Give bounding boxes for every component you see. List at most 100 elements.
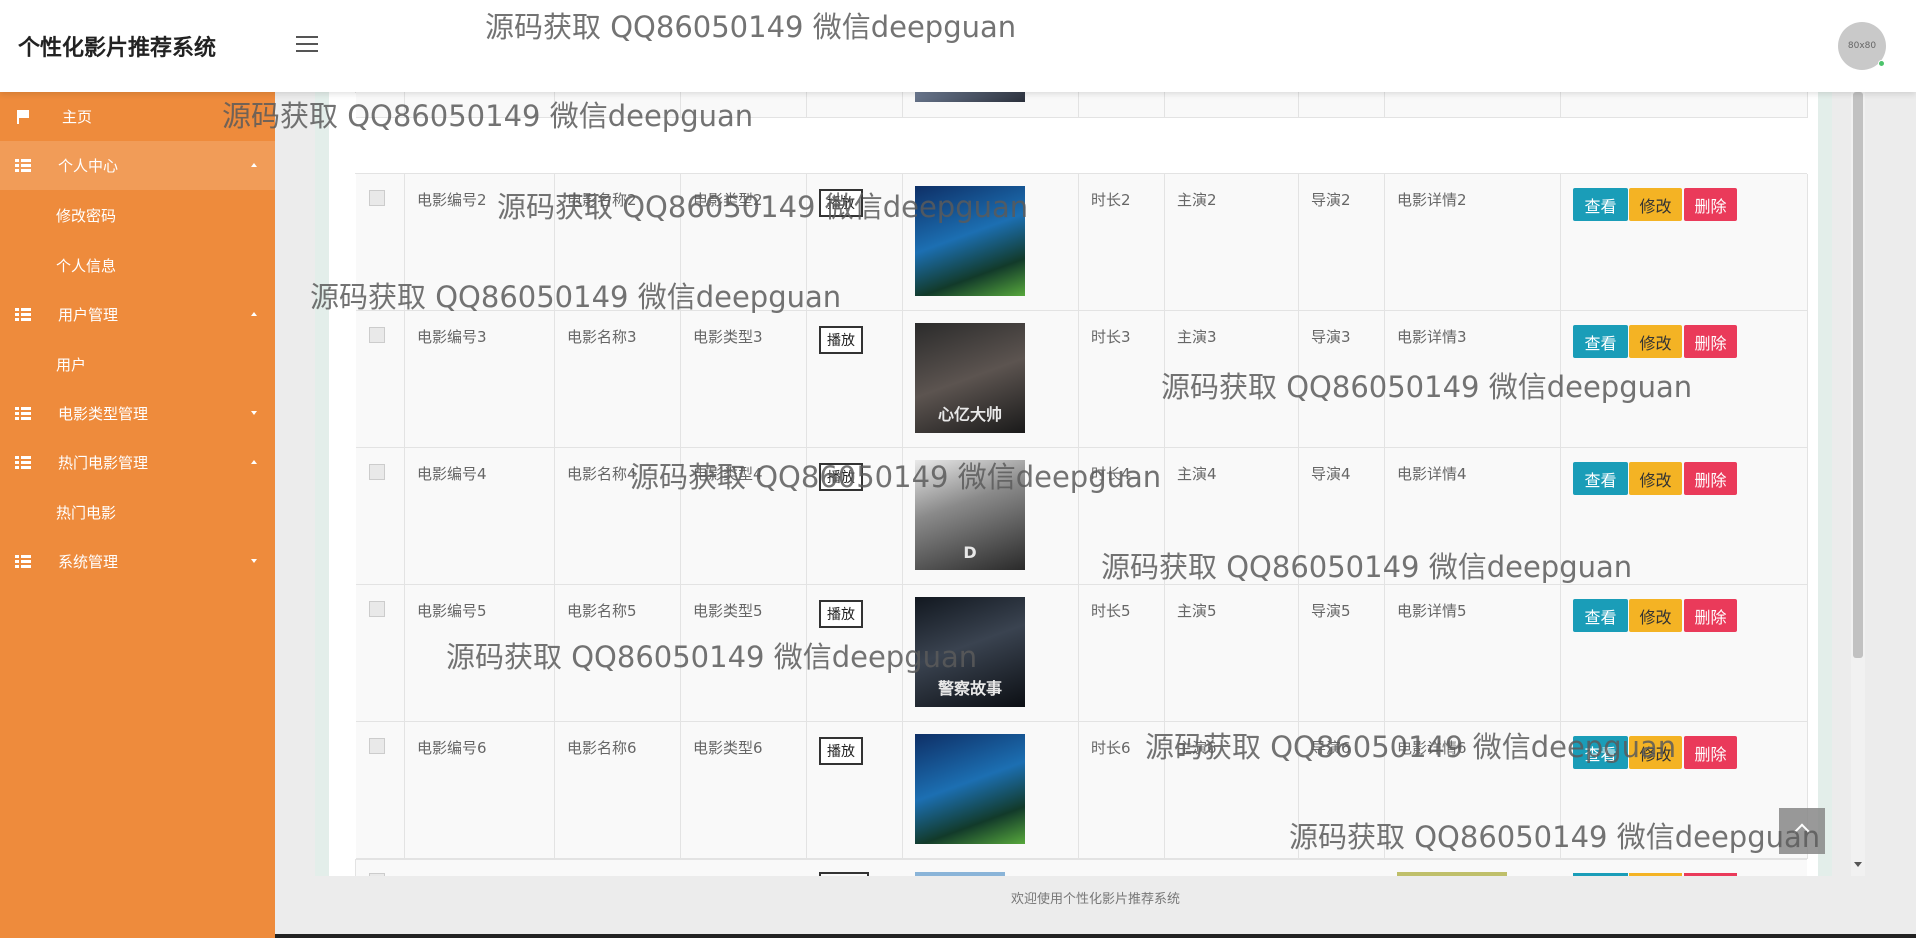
movie-name: 电影名称5 — [567, 602, 637, 620]
app-title: 个性化影片推荐系统 — [18, 36, 217, 61]
play-button[interactable]: 播放 — [819, 326, 863, 354]
table-cell: 导演5 — [1299, 585, 1385, 722]
menu-toggle-icon[interactable] — [296, 36, 318, 54]
sidebar-item-hot-movies[interactable]: 热门电影 — [0, 487, 275, 537]
row-checkbox[interactable] — [369, 601, 385, 617]
table-cell: 电影详情5 — [1385, 585, 1561, 722]
movie-star: 主演5 — [1177, 602, 1217, 620]
sidebar-item-label: 主页 — [62, 108, 93, 126]
movie-star: 主演2 — [1177, 191, 1217, 209]
movie-star: 主演6 — [1177, 739, 1217, 757]
movie-id: 电影编号3 — [417, 328, 487, 346]
sidebar-item-user-management[interactable]: 用户管理 — [0, 290, 275, 339]
view-button[interactable]: 查看 — [1573, 599, 1628, 632]
sidebar-item-personal-info[interactable]: 个人信息 — [0, 240, 275, 290]
table-cell — [356, 311, 405, 448]
table-cell: 播放 — [807, 448, 903, 585]
table-cell: 主演4 — [1165, 448, 1299, 585]
view-button[interactable]: 查看 — [1573, 462, 1628, 495]
edit-button[interactable]: 修改 — [1629, 462, 1682, 495]
table-cell: 查看 修改 删除 — [1561, 722, 1808, 859]
movie-detail: 电影详情5 — [1397, 602, 1467, 620]
sidebar: 主页 个人中心 修改密码 个人信息 用户管理 用户 电影类型管理 热门电影管理 … — [0, 92, 275, 938]
table-cell: 电影类型3 — [681, 311, 807, 448]
delete-button[interactable]: 删除 — [1684, 462, 1737, 495]
movie-director: 导演5 — [1311, 602, 1351, 620]
scrollbar-thumb[interactable] — [1853, 92, 1863, 658]
delete-button[interactable]: 删除 — [1684, 736, 1737, 769]
movie-name: 电影名称6 — [567, 739, 637, 757]
table-cell: 时长4 — [1079, 448, 1165, 585]
back-to-top-button[interactable] — [1779, 808, 1825, 854]
movie-duration: 时长5 — [1091, 602, 1131, 620]
row-checkbox[interactable] — [369, 738, 385, 754]
table-row: 电影编号4 电影名称4 电影类型4 播放 D 时长4 主演4 导演4 电影详情4 查看 修改 删除 — [356, 448, 1808, 585]
table-cell: 电影详情2 — [1385, 174, 1561, 311]
table-cell: 电影名称5 — [555, 585, 681, 722]
delete-button[interactable]: 删除 — [1684, 188, 1737, 221]
scroll-down-arrow-icon[interactable] — [1854, 862, 1862, 867]
table-cell: 电影详情3 — [1385, 311, 1561, 448]
table-cell: 时长2 — [1079, 174, 1165, 311]
play-button[interactable]: 播放 — [819, 737, 863, 765]
row-checkbox[interactable] — [369, 464, 385, 480]
movie-type: 电影类型4 — [693, 465, 763, 483]
movie-poster — [915, 186, 1025, 296]
delete-button[interactable]: 删除 — [1684, 325, 1737, 358]
table-cell: 电影编号6 — [405, 722, 555, 859]
edit-button[interactable]: 修改 — [1629, 325, 1682, 358]
row-checkbox[interactable] — [369, 190, 385, 206]
edit-button[interactable]: 修改 — [1629, 599, 1682, 632]
top-header: 个性化影片推荐系统 80x80 — [0, 0, 1916, 92]
movie-poster — [915, 734, 1025, 844]
play-button[interactable]: 播放 — [819, 600, 863, 628]
movie-table: 去流 — [355, 18, 1808, 118]
table-cell: 导演3 — [1299, 311, 1385, 448]
table-cell: 电影编号3 — [405, 311, 555, 448]
view-button[interactable]: 查看 — [1573, 736, 1628, 769]
edit-button[interactable]: 修改 — [1629, 188, 1682, 221]
view-button[interactable]: 查看 — [1573, 188, 1628, 221]
movie-type: 电影类型5 — [693, 602, 763, 620]
sidebar-item-users[interactable]: 用户 — [0, 339, 275, 389]
movie-star: 主演4 — [1177, 465, 1217, 483]
row-checkbox[interactable] — [369, 327, 385, 343]
caret-up-icon — [251, 163, 257, 167]
list-icon — [15, 406, 31, 421]
table-cell: 电影名称3 — [555, 311, 681, 448]
table-cell: 导演4 — [1299, 448, 1385, 585]
table-cell: D — [903, 448, 1079, 585]
caret-up-icon — [251, 312, 257, 316]
table-row: 电影编号5 电影名称5 电影类型5 播放 警察故事 时长5 主演5 导演5 电影详情5 查看 修改删… — [356, 585, 1808, 722]
table-cell: 主演5 — [1165, 585, 1299, 722]
play-button[interactable]: 播放 — [819, 463, 863, 491]
sidebar-item-label: 系统管理 — [58, 553, 119, 571]
movie-duration: 时长3 — [1091, 328, 1131, 346]
sidebar-item-label: 个人中心 — [58, 157, 119, 175]
sidebar-item-hot-movie-management[interactable]: 热门电影管理 — [0, 438, 275, 487]
movie-id: 电影编号6 — [417, 739, 487, 757]
table-cell: 时长6 — [1079, 722, 1165, 859]
sidebar-item-personal-center[interactable]: 个人中心 — [0, 141, 275, 190]
movie-detail: 电影详情6 — [1397, 739, 1467, 757]
movie-name: 电影名称3 — [567, 328, 637, 346]
list-icon — [15, 158, 31, 173]
movie-table-body: 电影编号2 电影名称2 电影类型2 播放 时长2 主演2 导演2 电影详情2 查看 修改 删除 电影编… — [355, 173, 1808, 859]
movie-duration: 时长6 — [1091, 739, 1131, 757]
sidebar-item-system-management[interactable]: 系统管理 — [0, 537, 275, 586]
poster-title: D — [963, 543, 977, 562]
view-button[interactable]: 查看 — [1573, 325, 1628, 358]
play-button[interactable]: 播放 — [819, 189, 863, 217]
table-cell: 电影名称2 — [555, 174, 681, 311]
table-cell: 时长3 — [1079, 311, 1165, 448]
table-cell: 查看 修改 删除 — [1561, 448, 1808, 585]
movie-type: 电影类型3 — [693, 328, 763, 346]
table-cell: 电影编号5 — [405, 585, 555, 722]
edit-button[interactable]: 修改 — [1629, 736, 1682, 769]
sidebar-item-movie-type-management[interactable]: 电影类型管理 — [0, 389, 275, 438]
sidebar-item-change-password[interactable]: 修改密码 — [0, 190, 275, 240]
sidebar-item-home[interactable]: 主页 — [0, 92, 275, 141]
table-cell: 主演2 — [1165, 174, 1299, 311]
delete-button[interactable]: 删除 — [1684, 599, 1737, 632]
movie-detail: 电影详情2 — [1397, 191, 1467, 209]
